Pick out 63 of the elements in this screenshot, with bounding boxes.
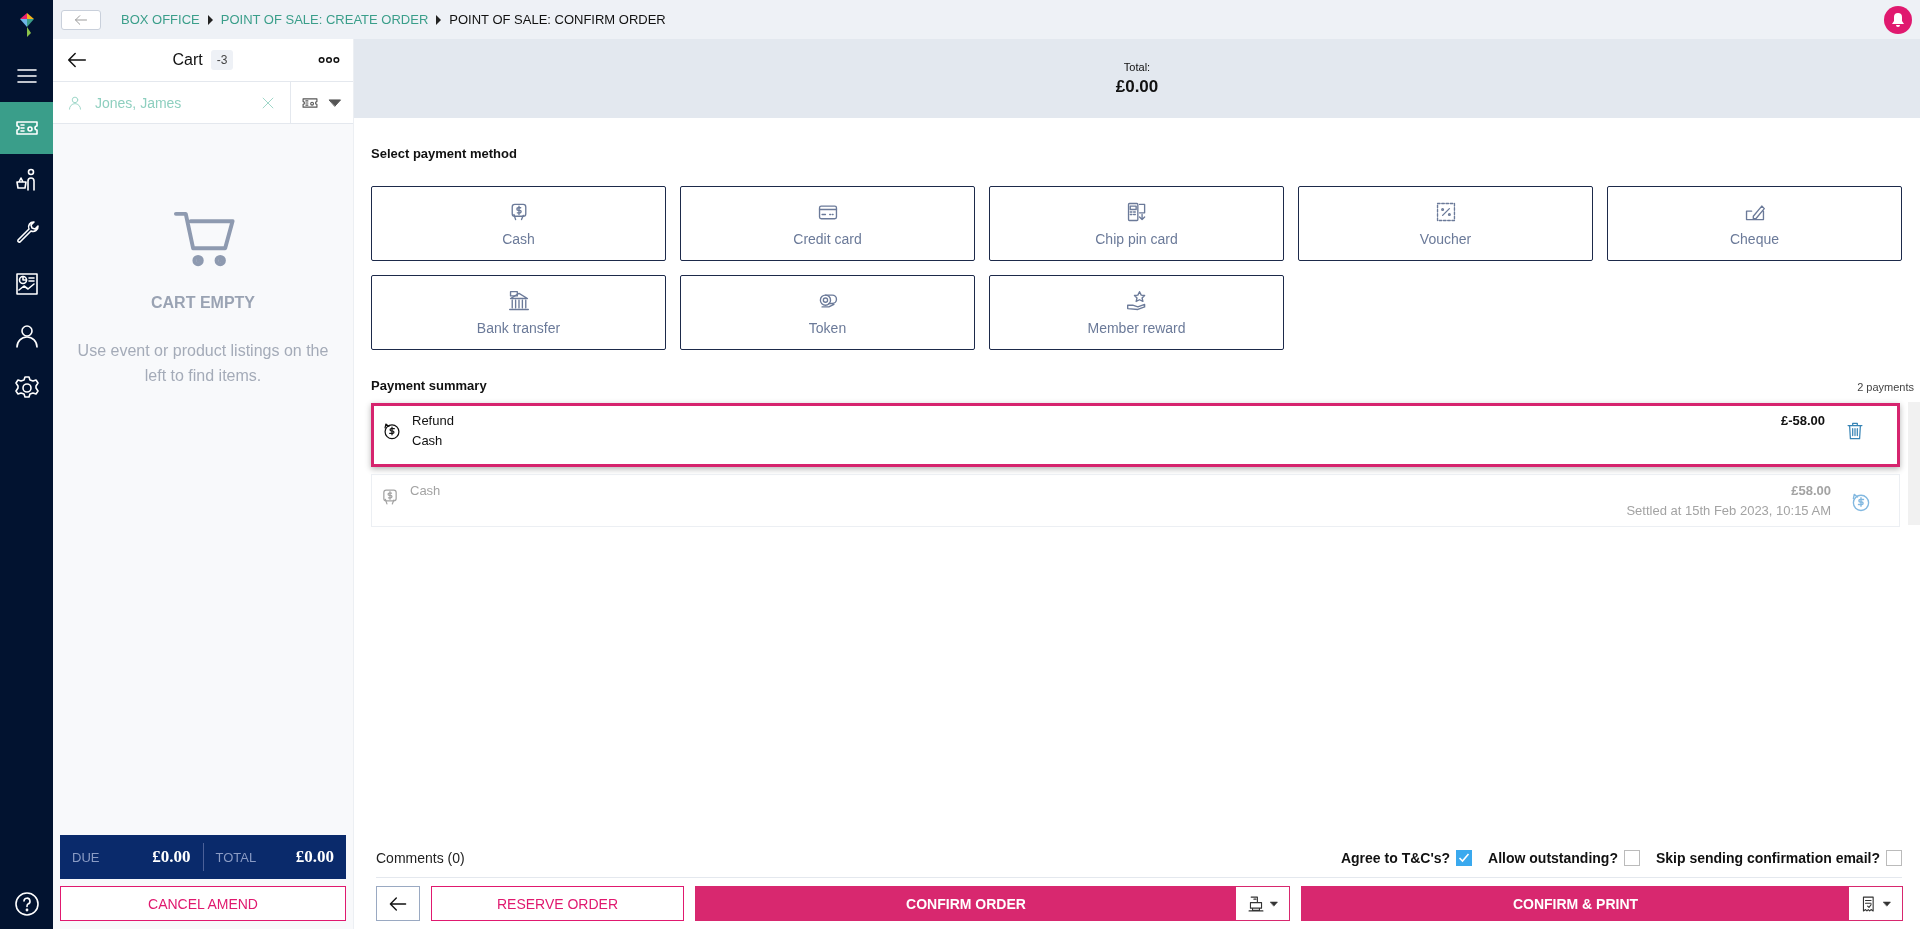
cash-icon bbox=[380, 487, 400, 507]
person-icon bbox=[67, 94, 83, 111]
confirm-print-button[interactable]: CONFIRM & PRINT bbox=[1302, 887, 1849, 920]
item-count-badge: -3 bbox=[210, 50, 234, 70]
bell-icon bbox=[1890, 11, 1906, 28]
breadcrumb-link[interactable]: POINT OF SALE: CREATE ORDER bbox=[220, 12, 429, 27]
checkbox[interactable] bbox=[1886, 850, 1902, 866]
cart-title: Cart bbox=[172, 51, 203, 69]
option-label: Allow outstanding? bbox=[1488, 850, 1618, 866]
notification-button[interactable] bbox=[1884, 5, 1912, 34]
section-heading: Payment summary bbox=[371, 378, 487, 393]
caret-icon bbox=[207, 14, 213, 25]
delete-icon[interactable] bbox=[1845, 421, 1865, 441]
option-label: Agree to T&C's? bbox=[1340, 850, 1451, 866]
printer-icon bbox=[1246, 894, 1265, 913]
payment-method-button[interactable]: Cheque bbox=[1607, 186, 1902, 261]
payment-method: Cash bbox=[412, 433, 444, 448]
total-label: TOTAL bbox=[214, 849, 258, 865]
total-label: Total: bbox=[1123, 60, 1151, 73]
coupon-icon bbox=[1434, 200, 1457, 223]
empty-message: Use event or product listings on the left to find items. bbox=[76, 341, 330, 386]
payment-row[interactable]: Refund Cash £-58.00 bbox=[371, 403, 1900, 467]
logo-icon[interactable] bbox=[17, 13, 36, 37]
empty-title: CART EMPTY bbox=[151, 294, 255, 312]
payment-method-button[interactable]: Credit card bbox=[680, 186, 975, 261]
payment-method-button[interactable]: Voucher bbox=[1298, 186, 1593, 261]
payment-method-button[interactable]: Member reward bbox=[989, 275, 1284, 350]
total-value: £0.00 bbox=[1115, 76, 1159, 97]
section-heading: Select payment method bbox=[371, 146, 518, 161]
payment-row[interactable]: Cash £58.00 Settled at 15th Feb 2023, 10:15 AM bbox=[371, 474, 1900, 527]
option-label: Skip sending confirmation email? bbox=[1655, 850, 1880, 866]
person-icon bbox=[13, 323, 40, 349]
total-value: £0.00 bbox=[295, 847, 335, 867]
payment-method-button[interactable]: Cash bbox=[371, 186, 666, 261]
reserve-order-button[interactable]: RESERVE ORDER bbox=[431, 886, 684, 921]
payment-method-button[interactable]: Bank transfer bbox=[371, 275, 666, 350]
payment-type: Refund bbox=[412, 413, 455, 428]
caret-icon bbox=[1268, 898, 1279, 909]
settled-date: Settled at 15th Feb 2023, 10:15 AM bbox=[1626, 503, 1831, 518]
card-terminal-icon bbox=[1125, 200, 1148, 223]
due-label: DUE bbox=[71, 849, 101, 865]
help-icon[interactable] bbox=[13, 891, 40, 917]
breadcrumb-link[interactable]: BOX OFFICE bbox=[121, 12, 200, 27]
bank-icon bbox=[507, 289, 530, 312]
payment-method-button[interactable]: Chip pin card bbox=[989, 186, 1284, 261]
caret-icon bbox=[1881, 898, 1892, 909]
payment-count: 2 payments bbox=[1857, 381, 1914, 393]
checkbox[interactable] bbox=[1623, 850, 1640, 866]
confirm-order-button[interactable]: CONFIRM ORDER bbox=[696, 887, 1236, 920]
check-icon bbox=[1458, 852, 1471, 864]
cancel-amend-button[interactable]: CANCEL AMEND bbox=[60, 886, 346, 921]
chart-report-icon bbox=[13, 271, 40, 297]
caret-icon bbox=[436, 14, 442, 25]
checkbox[interactable] bbox=[1456, 850, 1473, 866]
comments-link[interactable]: Comments (0) bbox=[376, 850, 1325, 866]
payment-amount: £-58.00 bbox=[1780, 413, 1825, 428]
back-button[interactable] bbox=[376, 886, 420, 921]
payment-amount: £58.00 bbox=[1791, 483, 1831, 498]
star-hand-icon bbox=[1125, 289, 1148, 312]
settings-icon bbox=[13, 375, 40, 401]
payment-method: Cash bbox=[410, 483, 442, 498]
payment-method-button[interactable]: Token bbox=[680, 275, 975, 350]
due-value: £0.00 bbox=[152, 847, 192, 867]
